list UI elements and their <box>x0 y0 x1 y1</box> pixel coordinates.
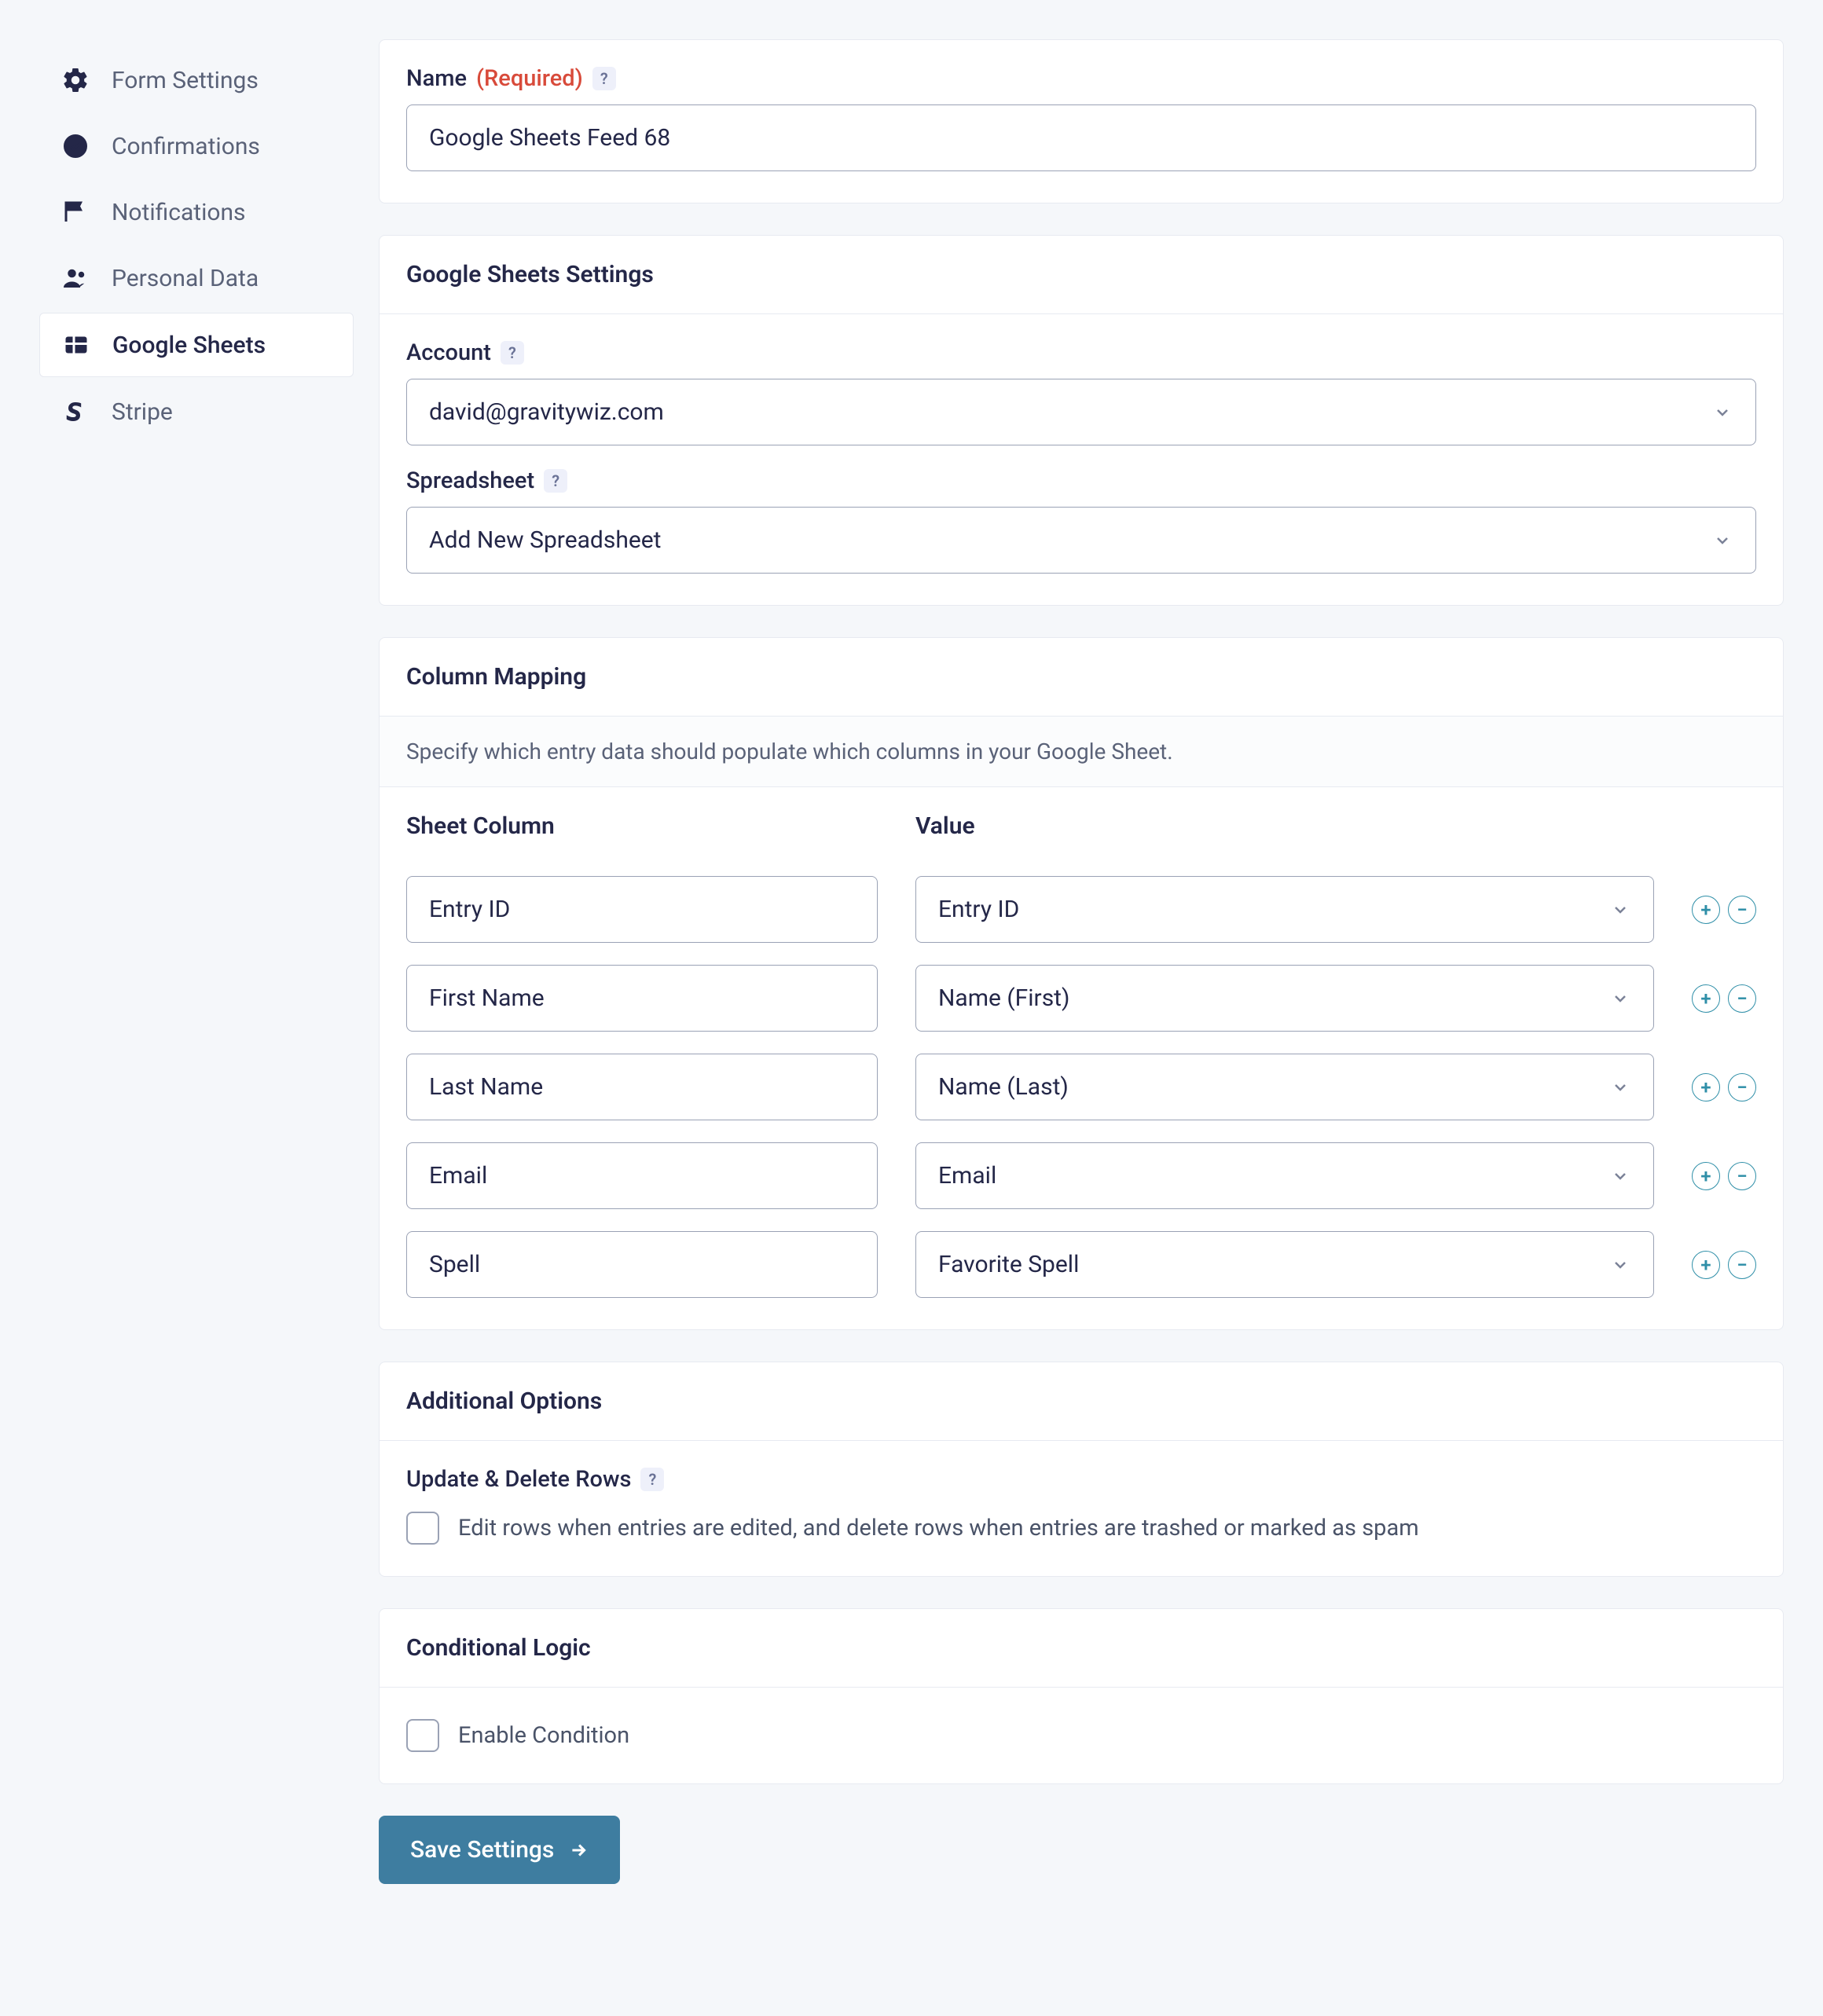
update-delete-desc: Edit rows when entries are edited, and d… <box>458 1515 1419 1541</box>
enable-condition-label: Enable Condition <box>458 1722 629 1749</box>
mapping-row: Name (First) +− <box>406 965 1756 1032</box>
spreadsheet-select[interactable]: Add New Spreadsheet <box>406 507 1756 574</box>
value-select[interactable]: Favorite Spell <box>915 1231 1654 1298</box>
card-conditional-logic: Conditional Logic Enable Condition <box>379 1608 1784 1784</box>
conditional-heading: Conditional Logic <box>380 1609 1783 1688</box>
sidebar-item-google-sheets[interactable]: Google Sheets <box>39 313 354 377</box>
account-label: Account <box>406 339 491 366</box>
value-option: Favorite Spell <box>938 1251 1079 1278</box>
add-row-button[interactable]: + <box>1692 1073 1720 1101</box>
help-icon[interactable]: ? <box>501 341 524 365</box>
help-icon[interactable]: ? <box>640 1468 664 1491</box>
add-row-button[interactable]: + <box>1692 896 1720 924</box>
card-column-mapping: Column Mapping Specify which entry data … <box>379 637 1784 1330</box>
save-settings-button[interactable]: Save Settings <box>379 1816 620 1884</box>
flag-icon <box>61 198 90 226</box>
mapping-description: Specify which entry data should populate… <box>380 717 1783 787</box>
remove-row-button[interactable]: − <box>1728 984 1756 1013</box>
update-delete-checkbox[interactable] <box>406 1512 439 1545</box>
enable-condition-checkbox[interactable] <box>406 1719 439 1752</box>
value-option: Entry ID <box>938 896 1019 923</box>
row-actions: +− <box>1692 1073 1756 1101</box>
sheet-column-header: Sheet Column <box>406 812 878 840</box>
sheet-column-input[interactable] <box>406 1054 878 1120</box>
sidebar-item-label: Confirmations <box>112 133 260 160</box>
spreadsheet-label: Spreadsheet <box>406 467 534 494</box>
sheet-column-input[interactable] <box>406 876 878 943</box>
remove-row-button[interactable]: − <box>1728 896 1756 924</box>
chevron-down-icon <box>1711 401 1733 423</box>
stripe-icon <box>61 398 90 426</box>
remove-row-button[interactable]: − <box>1728 1251 1756 1279</box>
grid-icon <box>62 331 90 359</box>
help-icon[interactable]: ? <box>592 67 616 90</box>
gsheets-heading: Google Sheets Settings <box>380 236 1783 314</box>
remove-row-button[interactable]: − <box>1728 1162 1756 1190</box>
value-select[interactable]: Name (First) <box>915 965 1654 1032</box>
account-value: david@gravitywiz.com <box>429 398 664 426</box>
additional-heading: Additional Options <box>380 1362 1783 1441</box>
sidebar-item-notifications[interactable]: Notifications <box>39 181 354 244</box>
check-circle-icon <box>61 132 90 160</box>
card-additional-options: Additional Options Update & Delete Rows … <box>379 1362 1784 1577</box>
value-header: Value <box>915 812 1756 840</box>
sheet-column-input[interactable] <box>406 965 878 1032</box>
mapping-row: Name (Last) +− <box>406 1054 1756 1120</box>
sidebar-item-confirmations[interactable]: Confirmations <box>39 115 354 178</box>
sheet-column-input[interactable] <box>406 1231 878 1298</box>
chevron-down-icon <box>1711 530 1733 552</box>
row-actions: +− <box>1692 896 1756 924</box>
mapping-row: Favorite Spell +− <box>406 1231 1756 1298</box>
sidebar-item-label: Google Sheets <box>112 332 266 359</box>
mapping-row: Email +− <box>406 1142 1756 1209</box>
mapping-row: Entry ID +− <box>406 876 1756 943</box>
mapping-heading: Column Mapping <box>380 638 1783 717</box>
add-row-button[interactable]: + <box>1692 984 1720 1013</box>
spreadsheet-value: Add New Spreadsheet <box>429 526 661 554</box>
value-select[interactable]: Entry ID <box>915 876 1654 943</box>
card-gsheets-settings: Google Sheets Settings Account ? david@g… <box>379 235 1784 606</box>
chevron-down-icon <box>1609 1254 1631 1276</box>
row-actions: +− <box>1692 984 1756 1013</box>
people-icon <box>61 264 90 292</box>
account-select[interactable]: david@gravitywiz.com <box>406 379 1756 445</box>
feed-name-input[interactable] <box>406 104 1756 171</box>
sheet-column-input[interactable] <box>406 1142 878 1209</box>
add-row-button[interactable]: + <box>1692 1162 1720 1190</box>
chevron-down-icon <box>1609 1076 1631 1098</box>
sidebar-item-label: Form Settings <box>112 67 259 94</box>
remove-row-button[interactable]: − <box>1728 1073 1756 1101</box>
sidebar-item-stripe[interactable]: Stripe <box>39 380 354 443</box>
required-tag: (Required) <box>476 65 583 92</box>
card-feed-name: Name (Required) ? <box>379 39 1784 203</box>
value-option: Name (Last) <box>938 1073 1069 1101</box>
arrow-right-icon <box>568 1840 589 1860</box>
name-label: Name <box>406 65 467 92</box>
sidebar-item-personal-data[interactable]: Personal Data <box>39 247 354 310</box>
gear-icon <box>61 66 90 94</box>
update-delete-label: Update & Delete Rows <box>406 1466 631 1493</box>
update-delete-label-row: Update & Delete Rows ? <box>406 1466 1756 1493</box>
account-label-row: Account ? <box>406 339 1756 366</box>
value-option: Email <box>938 1162 996 1189</box>
sidebar-item-label: Stripe <box>112 398 173 426</box>
sidebar-item-label: Notifications <box>112 199 246 226</box>
sidebar-item-form-settings[interactable]: Form Settings <box>39 49 354 112</box>
chevron-down-icon <box>1609 899 1631 921</box>
spreadsheet-label-row: Spreadsheet ? <box>406 467 1756 494</box>
chevron-down-icon <box>1609 988 1631 1010</box>
help-icon[interactable]: ? <box>544 469 567 493</box>
value-select[interactable]: Name (Last) <box>915 1054 1654 1120</box>
add-row-button[interactable]: + <box>1692 1251 1720 1279</box>
value-select[interactable]: Email <box>915 1142 1654 1209</box>
chevron-down-icon <box>1609 1165 1631 1187</box>
name-label-row: Name (Required) ? <box>406 65 1756 92</box>
save-button-label: Save Settings <box>410 1836 554 1864</box>
row-actions: +− <box>1692 1251 1756 1279</box>
value-option: Name (First) <box>938 984 1069 1012</box>
row-actions: +− <box>1692 1162 1756 1190</box>
sidebar-item-label: Personal Data <box>112 265 259 292</box>
